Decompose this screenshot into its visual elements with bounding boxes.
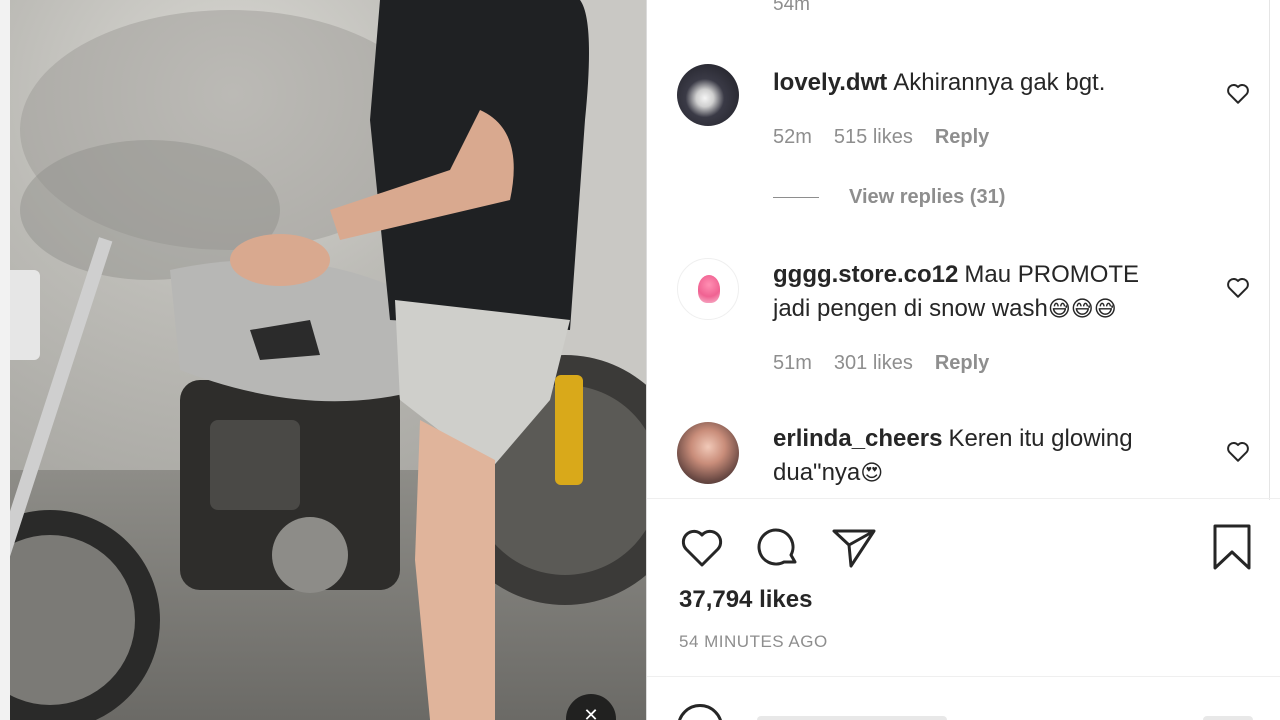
comment-meta: 52m 515 likes Reply — [773, 126, 1011, 149]
comment-body: Akhirannya gak bgt. — [893, 69, 1106, 96]
comment-likes[interactable]: 301 likes — [834, 352, 913, 374]
heart-icon[interactable] — [1225, 274, 1251, 300]
flamingo-icon — [698, 275, 720, 303]
add-comment-row — [677, 700, 1257, 720]
divider — [647, 676, 1280, 677]
video-frame — [10, 0, 647, 720]
comment-text: erlinda_cheers Keren itu glowing dua"nya😍 — [773, 422, 1173, 491]
send-icon[interactable] — [829, 522, 879, 572]
reply-button[interactable]: Reply — [935, 352, 989, 374]
comment-item: erlinda_cheers Keren itu glowing dua"nya😍 — [677, 422, 1249, 498]
comment-username[interactable]: gggg.store.co12 — [773, 261, 958, 288]
comment-item: gggg.store.co12 Mau PROMOTE jadi pengen d… — [677, 258, 1249, 388]
likes-count[interactable]: 37,794 likes — [679, 586, 812, 614]
avatar[interactable] — [677, 64, 739, 126]
post-media[interactable]: ✕ — [0, 0, 647, 720]
comment-text: gggg.store.co12 Mau PROMOTE jadi pengen d… — [773, 258, 1173, 327]
comment-text: lovely.dwt Akhirannya gak bgt. — [773, 66, 1173, 100]
comment-input[interactable] — [757, 716, 947, 720]
media-edge — [0, 0, 10, 720]
comment-bubble-icon[interactable] — [753, 522, 803, 572]
avatar[interactable] — [677, 422, 739, 484]
bookmark-icon[interactable] — [1207, 522, 1257, 572]
emoji-icon[interactable] — [677, 704, 723, 720]
heart-icon[interactable] — [1225, 438, 1251, 464]
divider — [647, 498, 1280, 499]
comment-time: 51m — [773, 352, 812, 374]
post-button[interactable] — [1203, 716, 1253, 720]
laughing-emoji: 😅😅😅 — [1047, 297, 1117, 322]
comment-item: lovely.dwt Akhirannya gak bgt. 52m 515 lik… — [677, 64, 1249, 164]
comment-time: 52m — [773, 126, 812, 148]
comment-timestamp: 54m — [773, 0, 810, 15]
view-replies-button[interactable]: View replies (31) — [773, 186, 1005, 209]
replies-line — [773, 197, 819, 199]
comments-panel: 54m lovely.dwt Akhirannya gak bgt. 52m 515… — [647, 0, 1280, 720]
heart-icon[interactable] — [1225, 80, 1251, 106]
view-replies-label: View replies (31) — [849, 186, 1006, 208]
comment-meta: 51m 301 likes Reply — [773, 352, 1011, 375]
reply-button[interactable]: Reply — [935, 126, 989, 148]
action-bar — [677, 522, 1257, 572]
comment-username[interactable]: erlinda_cheers — [773, 425, 942, 452]
comment-username[interactable]: lovely.dwt — [773, 69, 887, 96]
scrollbar-track[interactable] — [1269, 0, 1270, 500]
post-timestamp: 54 MINUTES AGO — [679, 632, 828, 651]
heart-icon[interactable] — [677, 522, 727, 572]
avatar[interactable] — [677, 258, 739, 320]
comment-likes[interactable]: 515 likes — [834, 126, 913, 148]
heart-eyes-emoji: 😍 — [860, 461, 884, 486]
